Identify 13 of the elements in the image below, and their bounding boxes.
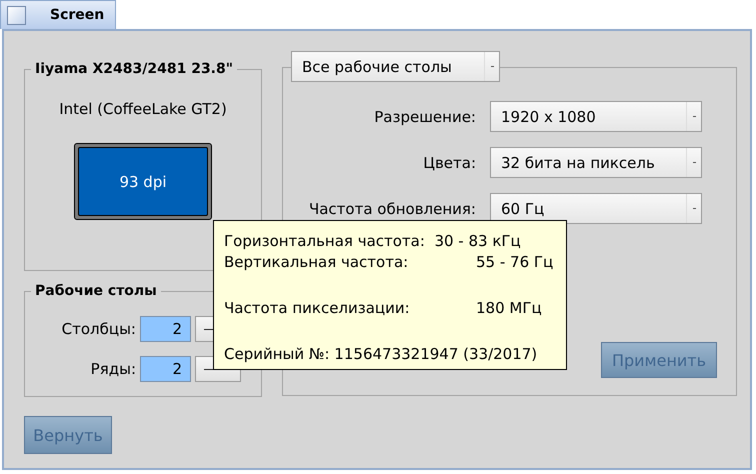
group-title: Iiyama X2483/2481 23.8" [31, 60, 238, 78]
tooltip-value: 55 - 76 Гц [476, 252, 554, 273]
adapter-label: Intel (CoffeeLake GT2) [59, 99, 227, 119]
tooltip-label: Частота пикселизации: [224, 298, 411, 319]
field-label: Столбцы: [60, 320, 137, 338]
field-label: Частота обновления: [308, 200, 477, 218]
tooltip-text: Серийный №: 1156473321947 (33/2017) [224, 344, 538, 365]
tooltip-value: 180 МГц [476, 298, 542, 319]
tooltip-text: Горизонтальная частота: 30 - 83 кГц [224, 231, 521, 252]
field-label: Разрешение: [373, 108, 477, 126]
tooltip-label: Вертикальная частота: [224, 252, 410, 273]
field-label: Ряды: [90, 360, 137, 378]
field-label: Цвета: [422, 154, 477, 172]
